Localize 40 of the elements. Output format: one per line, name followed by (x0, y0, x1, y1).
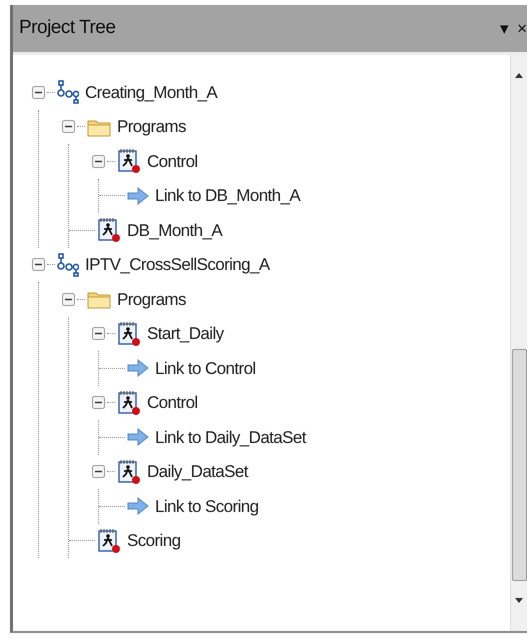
tree-item[interactable]: Control (147, 148, 198, 174)
arrow-icon (127, 428, 149, 446)
program-icon (117, 148, 141, 174)
collapse-icon[interactable] (62, 292, 74, 306)
collapse-icon[interactable] (92, 154, 104, 168)
collapse-icon[interactable] (92, 396, 104, 410)
tree-item[interactable]: Programs (117, 286, 186, 312)
close-button[interactable]: × (517, 20, 527, 37)
hierarchy-icon (57, 80, 79, 104)
tree-item[interactable]: Link to Daily_DataSet (155, 424, 306, 450)
program-icon (97, 217, 121, 244)
program-icon (117, 458, 141, 485)
arrow-icon (127, 359, 149, 378)
scroll-down-icon[interactable] (514, 597, 524, 605)
tree-item[interactable]: Start_Daily (147, 321, 224, 346)
tree-item[interactable]: IPTV_CrossSellScoring_A (85, 252, 270, 278)
collapse-icon[interactable] (62, 120, 74, 134)
tree-item[interactable]: Control (147, 390, 198, 416)
tree-item[interactable]: Creating_Month_A (85, 80, 218, 105)
tree-item[interactable]: DB_Month_A (127, 218, 222, 243)
tree-item[interactable]: Link to Scoring (155, 494, 258, 519)
tree-item[interactable]: Daily_DataSet (147, 459, 248, 484)
collapse-icon[interactable] (32, 86, 44, 99)
panel-title: Project Tree (19, 16, 116, 40)
collapse-icon[interactable] (32, 258, 44, 272)
arrow-icon (127, 497, 149, 516)
program-icon (97, 528, 121, 554)
scrollbar-thumb[interactable] (512, 349, 526, 581)
program-icon (117, 390, 141, 416)
tree-item[interactable]: Link to Control (155, 356, 256, 381)
tree-item[interactable]: Link to DB_Month_A (155, 183, 300, 208)
tree-item[interactable]: Scoring (127, 528, 180, 554)
arrow-icon (127, 186, 149, 205)
hierarchy-icon (57, 252, 79, 277)
collapse-icon[interactable] (92, 327, 104, 340)
collapse-icon[interactable] (92, 465, 104, 478)
tree-item[interactable]: Programs (117, 114, 186, 140)
program-icon (117, 320, 141, 347)
dropdown-button[interactable]: ▾ (500, 20, 510, 37)
scroll-up-icon[interactable] (514, 71, 524, 79)
